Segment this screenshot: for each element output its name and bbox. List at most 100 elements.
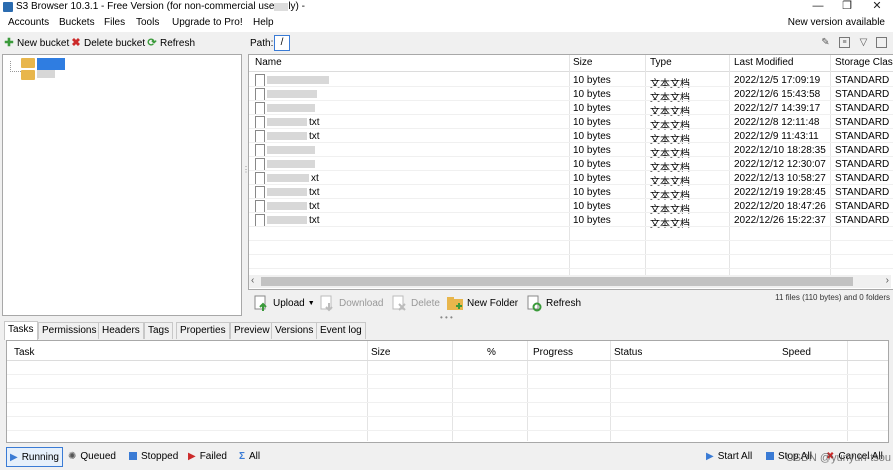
start-all-button[interactable]: ▶ Start All [706,447,752,465]
tab-event-log[interactable]: Event log [316,322,366,339]
column-header-storage-class[interactable]: Storage Class [835,57,893,68]
task-filter-bar: ▶ Running ✺ Queued Stopped ▶ Failed Σ Al… [0,444,893,470]
table-row[interactable]: txt 10 bytes 文本文档 2022/12/8 12:11:48 STANDAR… [249,115,893,132]
new-folder-button[interactable]: New Folder [446,293,518,313]
running-filter-button[interactable]: ▶ Running [6,447,63,467]
table-row[interactable]: txt 10 bytes 文本文档 2022/12/19 19:28:45 STANDA… [249,185,893,202]
filter-icon[interactable]: ▽ [858,37,869,48]
column-header-task-size[interactable]: Size [371,347,390,358]
failed-filter-button[interactable]: ▶ Failed [188,447,227,465]
delete-button[interactable]: Delete [390,293,440,313]
menu-help[interactable]: Help [253,17,274,28]
path-label: Path: [250,38,274,49]
watermark: CSDN @yunyun-tsou [785,452,891,464]
refresh-buckets-button[interactable]: ⟳ Refresh [146,36,195,50]
menu-upgrade[interactable]: Upgrade to Pro! [172,17,243,28]
new-folder-label: New Folder [467,297,519,309]
panel-toggle-icon[interactable] [876,37,887,48]
tab-headers[interactable]: Headers [98,322,144,339]
scrollbar-thumb[interactable] [261,277,853,286]
menu-files[interactable]: Files [104,17,125,28]
list-view-icon[interactable]: ≡ [839,37,850,48]
maximize-button[interactable]: ❐ [832,0,862,14]
queued-filter-button[interactable]: ✺ Queued [68,447,116,465]
refresh-files-button[interactable]: Refresh [525,293,581,313]
tab-properties[interactable]: Properties [176,322,230,339]
stop-square-icon [129,452,137,460]
column-header-progress[interactable]: Progress [533,347,573,358]
menu-tools[interactable]: Tools [136,17,159,28]
file-storage-class: STANDARD [835,131,890,142]
blurred-filename [267,90,317,98]
new-bucket-button[interactable]: ✚ New bucket [3,36,69,50]
column-header-size[interactable]: Size [573,57,592,68]
delete-bucket-button[interactable]: ✖ Delete bucket [70,36,145,50]
path-input[interactable]: / [274,35,290,51]
new-bucket-label: New bucket [17,37,70,49]
file-storage-class: STANDARD [835,117,890,128]
folder-icon [21,70,35,80]
file-storage-class: STANDARD [835,173,890,184]
upload-icon [254,295,267,311]
tab-preview[interactable]: Preview [230,322,274,339]
table-row[interactable]: 10 bytes 文本文档 2022/12/7 14:39:17 STANDARD [249,101,893,118]
menu-buckets[interactable]: Buckets [59,17,95,28]
table-row[interactable]: 10 bytes 文本文档 2022/12/10 18:28:35 STANDARD [249,143,893,160]
column-header-status[interactable]: Status [614,347,642,358]
close-button[interactable]: ✕ [862,0,892,14]
app-icon [3,2,13,12]
menu-accounts[interactable]: Accounts [8,17,49,28]
tab-tags[interactable]: Tags [144,322,174,339]
table-row[interactable]: xt 10 bytes 文本文档 2022/12/13 10:58:27 STANDAR… [249,171,893,188]
tab-tasks[interactable]: Tasks [4,321,38,340]
running-label: Running [21,451,59,463]
scroll-right-icon[interactable]: › [886,275,889,286]
blurred-filename [267,76,329,84]
tree-item[interactable] [37,70,55,78]
file-name-suffix: txt [309,215,320,226]
column-header-name[interactable]: Name [255,57,282,68]
column-header-percent[interactable]: % [487,347,496,358]
delete-x-icon: ✖ [71,37,81,49]
stopped-filter-button[interactable]: Stopped [129,447,178,465]
table-row[interactable]: txt 10 bytes 文本文档 2022/12/26 15:22:37 STANDA… [249,213,893,230]
tab-versions[interactable]: Versions [271,322,318,339]
file-name-suffix: txt [309,201,320,212]
horizontal-splitter-grip[interactable]: • • • [440,313,453,322]
blurred-filename [267,216,307,224]
table-row[interactable]: 10 bytes 文本文档 2022/12/5 17:09:19 STANDARD [249,73,893,90]
new-version-link[interactable]: New version available [788,17,885,28]
all-filter-button[interactable]: Σ All [239,447,260,465]
detail-tabs: Tasks Permissions Headers Tags Propertie… [4,321,893,340]
bucket-tree[interactable] [2,54,242,316]
failed-label: Failed [199,450,227,462]
horizontal-scrollbar[interactable]: ‹ › [249,275,891,288]
dropdown-arrow-icon[interactable]: ▼ [308,300,315,307]
file-size: 10 bytes [573,89,611,100]
column-header-type[interactable]: Type [650,57,672,68]
title-blurred-text [274,3,288,11]
scroll-left-icon[interactable]: ‹ [251,275,254,286]
minimize-button[interactable]: — [803,0,833,14]
table-row[interactable]: txt 10 bytes 文本文档 2022/12/20 18:47:26 STANDA… [249,199,893,216]
title-bar: S3 Browser 10.3.1 - Free Version (for no… [0,0,893,14]
column-header-task[interactable]: Task [14,347,35,358]
file-name-suffix: xt [311,173,319,184]
file-storage-class: STANDARD [835,187,890,198]
blurred-filename [267,118,307,126]
table-row[interactable]: 10 bytes 文本文档 2022/12/12 12:30:07 STANDARD [249,157,893,174]
file-size: 10 bytes [573,131,611,142]
column-header-speed[interactable]: Speed [782,347,811,358]
file-modified: 2022/12/20 18:47:26 [734,201,826,212]
column-header-modified[interactable]: Last Modified [734,57,793,68]
upload-label: Upload [273,297,305,309]
refresh-buckets-label: Refresh [160,37,196,49]
table-row[interactable]: txt 10 bytes 文本文档 2022/12/9 11:43:11 STANDAR… [249,129,893,146]
upload-button[interactable]: Upload ▼ [252,293,315,313]
blurred-filename [267,202,307,210]
tab-permissions[interactable]: Permissions [38,322,101,339]
download-button[interactable]: Download [318,293,383,313]
table-row[interactable]: 10 bytes 文本文档 2022/12/6 15:43:58 STANDARD [249,87,893,104]
tree-item-selected[interactable] [37,58,65,70]
pen-icon[interactable]: ✎ [820,37,831,48]
